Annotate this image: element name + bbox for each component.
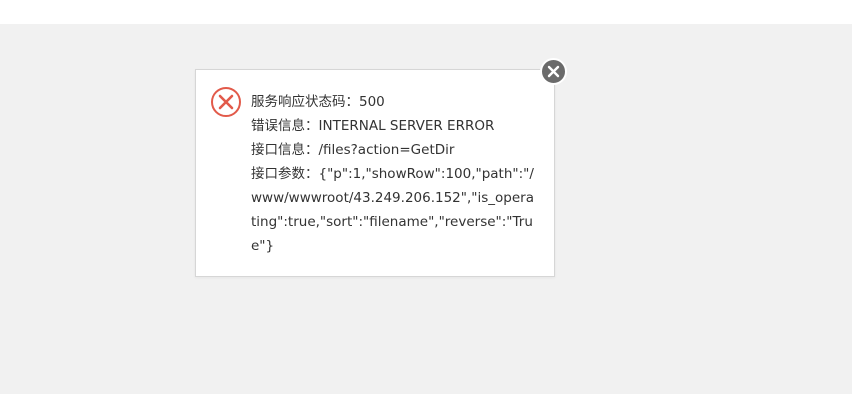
top-strip <box>0 0 852 24</box>
error-x-circle-icon <box>210 86 242 118</box>
close-icon <box>547 65 560 78</box>
status-code-line: 服务响应状态码：500 <box>251 94 385 110</box>
params-info-line: 接口参数：{"p":1,"showRow":100,"path":"/www/w… <box>251 166 534 254</box>
endpoint-info-line: 接口信息：/files?action=GetDir <box>251 142 455 158</box>
error-dialog: 服务响应状态码：500 错误信息：INTERNAL SERVER ERROR 接… <box>195 69 555 277</box>
error-info-line: 错误信息：INTERNAL SERVER ERROR <box>251 118 495 134</box>
close-button[interactable] <box>540 58 567 85</box>
error-message: 服务响应状态码：500 错误信息：INTERNAL SERVER ERROR 接… <box>251 90 536 258</box>
